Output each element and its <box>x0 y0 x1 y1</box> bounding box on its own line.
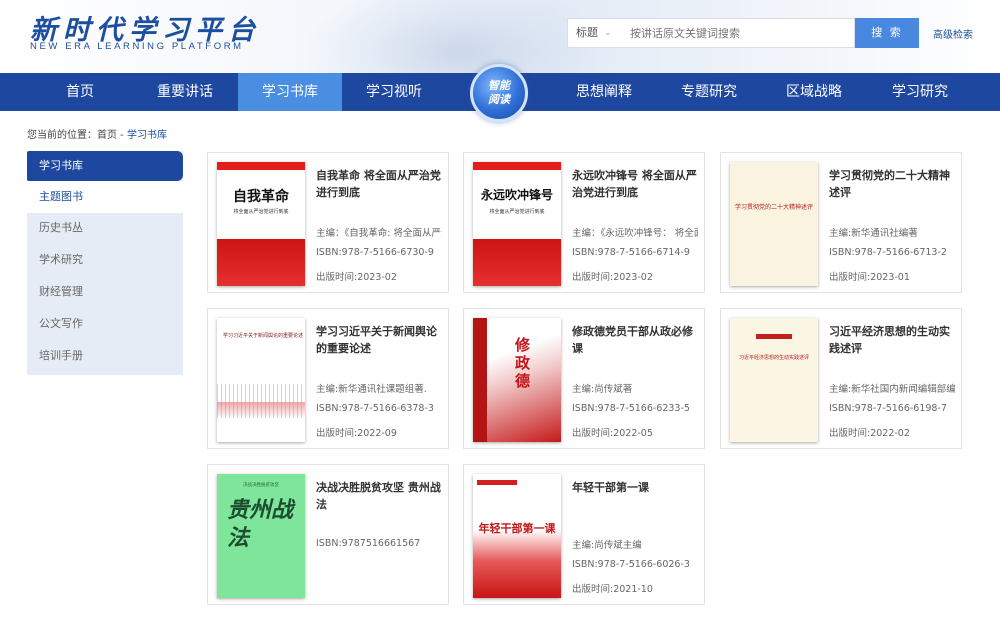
book-isbn: ISBN:978-7-5166-6730-9 <box>316 247 434 258</box>
header: 新时代学习平台 NEW ERA LEARNING PLATFORM 标题 ⌄ 搜… <box>0 0 1000 73</box>
search-box: 标题 ⌄ <box>567 18 855 48</box>
book-cover[interactable]: 修政德 <box>473 318 561 442</box>
chevron-down-icon: ⌄ <box>604 28 612 38</box>
sidebar-item-finance[interactable]: 财经管理 <box>27 277 183 307</box>
sidebar-item-academic[interactable]: 学术研究 <box>27 245 183 275</box>
breadcrumb-current[interactable]: 学习书库 <box>127 130 167 141</box>
smart-reading-line2: 阅读 <box>488 93 510 106</box>
book-title[interactable]: 永远吹冲锋号 将全面从严治党进行到底 <box>572 167 698 201</box>
book-title[interactable]: 修政德党员干部从政必修课 <box>572 323 698 357</box>
book-isbn: ISBN:978-7-5166-6026-3 <box>572 559 690 570</box>
book-date: 出版时间:2021-10 <box>572 584 653 595</box>
sidebar: 学习书库 主题图书 历史书丛 学术研究 财经管理 公文写作 培训手册 <box>27 151 183 375</box>
book-isbn: ISBN:978-7-5166-6713-2 <box>829 247 947 258</box>
book-date: 出版时间:2023-01 <box>829 272 910 283</box>
search-button[interactable]: 搜 索 <box>855 18 919 48</box>
book-cover-title: 学习贯彻党的二十大精神述评 <box>734 204 813 211</box>
book-card[interactable]: 学习贯彻党的二十大精神述评 学习贯彻党的二十大精神述评 主编:新华通讯社编著 I… <box>720 152 962 293</box>
nav-item-topics[interactable]: 专题研究 <box>657 73 761 111</box>
search-type-select[interactable]: 标题 ⌄ <box>568 19 616 47</box>
book-card[interactable]: 年轻干部第一课 年轻干部第一课 主编:尚传斌主编 ISBN:978-7-5166… <box>463 464 705 605</box>
book-card[interactable]: 修政德 修政德党员干部从政必修课 主编:尚传斌著 ISBN:978-7-5166… <box>463 308 705 449</box>
book-editor: 主编：《永远吹冲锋号： 将全面从严治党进行到底》编写组 <box>572 228 698 239</box>
book-card[interactable]: 习近平经济思想的生动实践述评 习近平经济思想的生动实践述评 主编:新华社国内新闻… <box>720 308 962 449</box>
book-cover[interactable]: 习近平经济思想的生动实践述评 <box>730 318 818 442</box>
book-card[interactable]: 永远吹冲锋号 将全面从严治党进行到底 永远吹冲锋号 将全面从严治党进行到底 主编… <box>463 152 705 293</box>
book-cover-title: 学习习近平关于新闻舆论的重要论述 <box>223 333 304 339</box>
book-editor: 主编:新华通讯社编著 <box>829 228 918 239</box>
book-title[interactable]: 习近平经济思想的生动实践述评 <box>829 323 955 357</box>
book-editor: 主编：《自我革命: 将全面从严治党进行到底》编写组 <box>316 228 442 239</box>
book-editor: 主编:新华通讯社课题组著. <box>316 384 427 395</box>
book-title[interactable]: 决战决胜脱贫攻坚 贵州战法 <box>316 479 442 513</box>
book-cover[interactable]: 自我革命 将全面从严治党进行到底 <box>217 162 305 286</box>
book-editor: 主编:尚传斌主编 <box>572 540 642 551</box>
book-isbn: ISBN:9787516661567 <box>316 538 421 549</box>
book-editor: 主编:新华社国内新闻编辑部编 <box>829 384 955 395</box>
book-date: 出版时间:2023-02 <box>572 272 653 283</box>
book-cover-title: 自我革命 <box>233 189 289 205</box>
book-cover-title: 习近平经济思想的生动实践述评 <box>738 355 809 361</box>
breadcrumb-home[interactable]: 首页 <box>97 130 117 141</box>
book-card[interactable]: 决战决胜脱贫攻坚 贵州战法 决战决胜脱贫攻坚 贵州战法 ISBN:9787516… <box>207 464 449 605</box>
book-cover-title: 贵州战法 <box>227 497 294 551</box>
book-isbn: ISBN:978-7-5166-6233-5 <box>572 403 690 414</box>
book-editor: 主编:尚传斌著 <box>572 384 633 395</box>
search-type-label: 标题 <box>576 26 598 39</box>
nav-item-audiovisual[interactable]: 学习视听 <box>342 73 446 111</box>
book-card[interactable]: 学习习近平关于新闻舆论的重要论述 学习习近平关于新闻舆论的重要论述 主编:新华通… <box>207 308 449 449</box>
book-cover-subtitle: 将全面从严治党进行到底 <box>489 209 545 215</box>
nav-item-speeches[interactable]: 重要讲话 <box>131 73 239 111</box>
sidebar-item-library[interactable]: 学习书库 <box>27 151 183 181</box>
sidebar-item-writing[interactable]: 公文写作 <box>27 309 183 339</box>
breadcrumb: 您当前的位置：首页 - 学习书库 <box>27 126 167 141</box>
sidebar-item-history[interactable]: 历史书丛 <box>27 213 183 243</box>
book-cover[interactable]: 年轻干部第一课 <box>473 474 561 598</box>
nav-item-library[interactable]: 学习书库 <box>238 73 342 111</box>
book-cover[interactable]: 学习贯彻党的二十大精神述评 <box>730 162 818 286</box>
book-cover-title: 永远吹冲锋号 <box>480 188 553 202</box>
book-title[interactable]: 学习贯彻党的二十大精神述评 <box>829 167 955 201</box>
book-isbn: ISBN:978-7-5166-6198-7 <box>829 403 947 414</box>
advanced-search-link[interactable]: 高级检索 <box>933 26 973 41</box>
breadcrumb-prefix: 您当前的位置： <box>27 130 97 141</box>
nav-item-regional[interactable]: 区域战略 <box>762 73 866 111</box>
site-logo-subtitle: NEW ERA LEARNING PLATFORM <box>30 41 244 52</box>
book-cover-title: 年轻干部第一课 <box>478 522 556 535</box>
book-date: 出版时间:2022-05 <box>572 428 653 439</box>
book-title[interactable]: 学习习近平关于新闻舆论的重要论述 <box>316 323 442 357</box>
smart-reading-badge[interactable]: 智能 阅读 <box>470 64 528 122</box>
sidebar-item-training[interactable]: 培训手册 <box>27 341 183 371</box>
smart-reading-line1: 智能 <box>488 79 510 92</box>
nav-item-thought[interactable]: 思想阐释 <box>552 73 656 111</box>
book-date: 出版时间:2022-02 <box>829 428 910 439</box>
sidebar-item-theme-books[interactable]: 主题图书 <box>27 181 183 213</box>
book-cover-header: 决战决胜脱贫攻坚 <box>243 483 279 488</box>
breadcrumb-sep: - <box>117 130 127 141</box>
book-cover[interactable]: 学习习近平关于新闻舆论的重要论述 <box>217 318 305 442</box>
book-cover-subtitle: 将全面从严治党进行到底 <box>233 209 289 215</box>
book-cover[interactable]: 决战决胜脱贫攻坚 贵州战法 <box>217 474 305 598</box>
book-isbn: ISBN:978-7-5166-6714-9 <box>572 247 690 258</box>
book-cover-title: 修政德 <box>515 336 531 390</box>
book-isbn: ISBN:978-7-5166-6378-3 <box>316 403 434 414</box>
nav-item-home[interactable]: 首页 <box>26 73 134 111</box>
book-title[interactable]: 自我革命 将全面从严治党进行到底 <box>316 167 442 201</box>
book-card[interactable]: 自我革命 将全面从严治党进行到底 自我革命 将全面从严治党进行到底 主编：《自我… <box>207 152 449 293</box>
book-date: 出版时间:2022-09 <box>316 428 397 439</box>
book-date: 出版时间:2023-02 <box>316 272 397 283</box>
book-cover[interactable]: 永远吹冲锋号 将全面从严治党进行到底 <box>473 162 561 286</box>
nav-item-research[interactable]: 学习研究 <box>866 73 974 111</box>
book-title[interactable]: 年轻干部第一课 <box>572 479 698 496</box>
search-input[interactable] <box>630 25 840 41</box>
